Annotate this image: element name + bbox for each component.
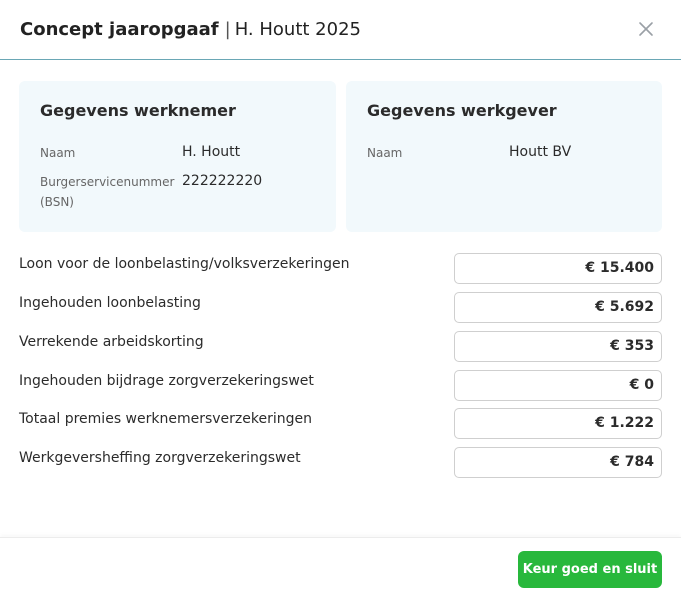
amount-field-zvw-bijdrage[interactable]: € 0 <box>454 370 662 401</box>
employer-name-label: Naam <box>367 146 403 160</box>
amount-field-werkgeversheffing[interactable]: € 784 <box>454 447 662 478</box>
close-icon[interactable] <box>637 20 655 38</box>
row-label-zvw-bijdrage: Ingehouden bijdrage zorgverzekeringswet <box>19 373 314 389</box>
employee-name-label: Naam <box>40 146 76 160</box>
approve-and-close-button[interactable]: Keur goed en sluit <box>518 551 662 588</box>
bsn-label-line1: Burgerservicenummer <box>40 175 175 189</box>
employee-bsn-value: 222222220 <box>182 173 263 189</box>
row-label-loonbelasting: Ingehouden loonbelasting <box>19 295 201 311</box>
employee-bsn-label: Burgerservicenummer (BSN) <box>40 172 174 212</box>
employer-name-value: Houtt BV <box>509 144 572 160</box>
row-label-arbeidskorting: Verrekende arbeidskorting <box>19 334 204 350</box>
bsn-label-line2: (BSN) <box>40 195 74 209</box>
row-label-premies: Totaal premies werknemersverzekeringen <box>19 411 313 427</box>
row-label-loon: Loon voor de loonbelasting/volksverzeker… <box>19 256 350 272</box>
employee-card: Gegevens werknemer Naam H. Houtt Burgers… <box>19 81 336 232</box>
title-main: Concept jaaropgaaf <box>20 19 219 40</box>
row-label-werkgeversheffing: Werkgeversheffing zorgverzekeringswet <box>19 450 301 466</box>
title-subject: H. Houtt 2025 <box>234 19 361 40</box>
modal-footer: Keur goed en sluit <box>0 537 681 599</box>
modal-header: Concept jaaropgaaf | H. Houtt 2025 <box>0 0 681 60</box>
employee-name-value: H. Houtt <box>182 144 241 160</box>
amount-field-loonbelasting[interactable]: € 5.692 <box>454 292 662 323</box>
amount-field-loon[interactable]: € 15.400 <box>454 253 662 284</box>
amount-field-arbeidskorting[interactable]: € 353 <box>454 331 662 362</box>
title-separator: | <box>224 19 231 40</box>
amount-field-premies[interactable]: € 1.222 <box>454 408 662 439</box>
modal-title: Concept jaaropgaaf | H. Houtt 2025 <box>20 19 361 40</box>
employer-card: Gegevens werkgever Naam Houtt BV <box>346 81 662 232</box>
employee-heading: Gegevens werknemer <box>40 101 236 120</box>
employer-heading: Gegevens werkgever <box>367 101 557 120</box>
